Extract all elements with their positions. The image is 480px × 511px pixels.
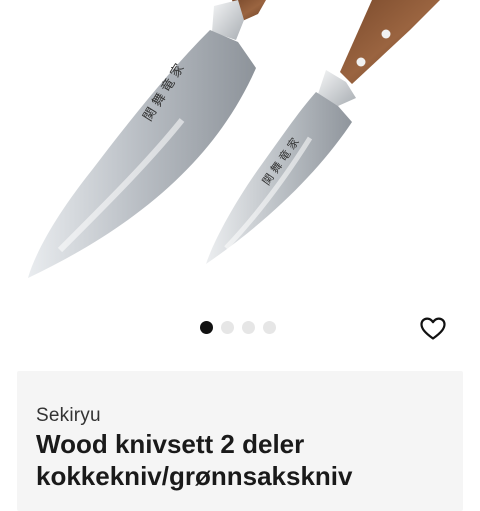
petty-knife: 関 舞 竜 家 (206, 0, 440, 264)
carousel-dot-1[interactable] (200, 321, 213, 334)
carousel-indicator (200, 321, 276, 334)
product-title-line-1: Wood knivsett 2 deler (36, 429, 305, 459)
carousel-dot-4[interactable] (263, 321, 276, 334)
product-brand[interactable]: Sekiryu (36, 405, 101, 427)
product-title-line-2: kokkekniv/grønnsakskniv (36, 461, 353, 491)
product-image[interactable]: 関 舞 竜 家 関 舞 竜 家 (0, 0, 480, 305)
carousel-dot-2[interactable] (221, 321, 234, 334)
heart-outline-icon (420, 317, 446, 340)
product-title: Wood knivsett 2 deler kokkekniv/grønnsak… (36, 428, 456, 492)
favorite-button[interactable] (418, 314, 448, 344)
knife-set-illustration: 関 舞 竜 家 関 舞 竜 家 (28, 0, 440, 278)
carousel-dot-3[interactable] (242, 321, 255, 334)
